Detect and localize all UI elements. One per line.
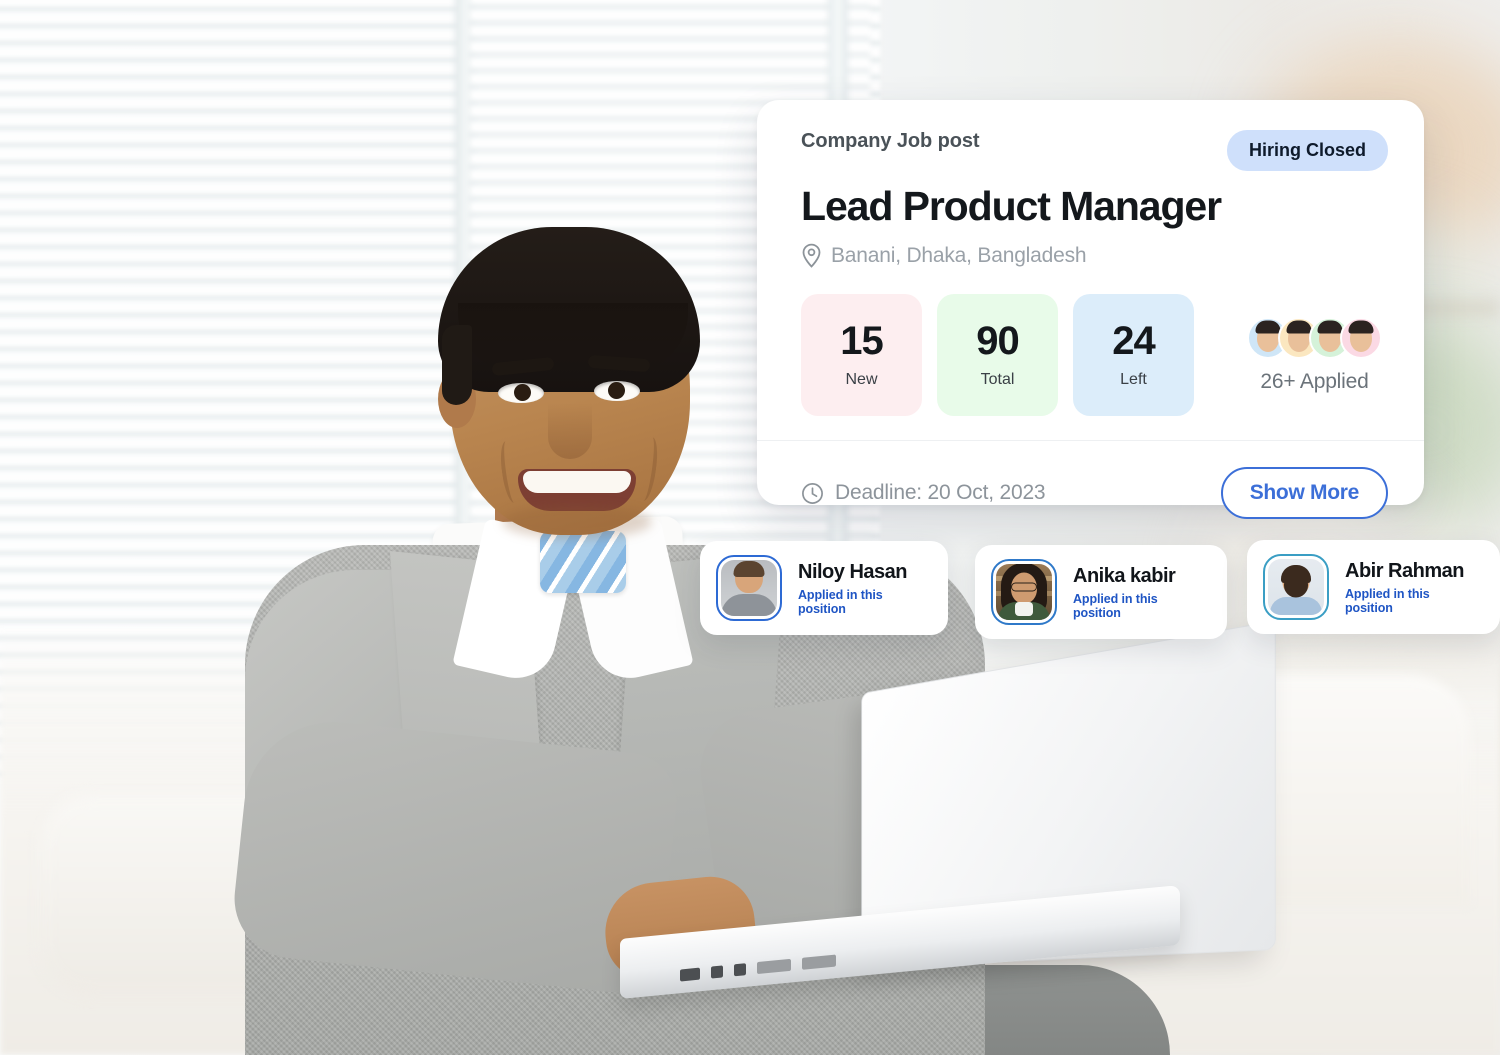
applicant-status: Applied in this position [1345, 586, 1430, 615]
stat-value-left: 24 [1112, 319, 1155, 363]
applicant-avatar-4[interactable] [1340, 316, 1382, 359]
applied-summary[interactable]: 26+ Applied [1247, 316, 1382, 394]
applicant-status: Applied in this position [1073, 591, 1158, 620]
avatar-glasses [1011, 582, 1037, 592]
laptop-port [802, 954, 836, 970]
applicant-info: Niloy Hasan Applied in this position [798, 561, 928, 616]
applicant-card[interactable]: Anika kabir Applied in this position [975, 545, 1227, 639]
job-card-header: Company Job post Hiring Closed [801, 130, 1388, 171]
subject-sideburn [442, 325, 472, 405]
company-job-post-label: Company Job post [801, 130, 980, 152]
avatar-collar [1015, 602, 1033, 616]
avatar-body [1270, 597, 1322, 615]
stat-card-new: 15 New [801, 294, 922, 416]
subject-tie-knot [540, 531, 626, 593]
stat-card-total: 90 Total [937, 294, 1058, 416]
job-post-card: Company Job post Hiring Closed Lead Prod… [757, 100, 1424, 519]
applicant-info: Abir Rahman Applied in this position [1345, 560, 1480, 615]
avatar-beard [1284, 580, 1308, 598]
clock-icon [801, 482, 824, 505]
applicant-avatar-frame [1263, 554, 1329, 620]
applicant-avatar-frame [716, 555, 782, 621]
applicant-card[interactable]: Niloy Hasan Applied in this position [700, 541, 948, 635]
applicant-name: Abir Rahman [1345, 559, 1464, 582]
avatar-hair [1286, 320, 1312, 334]
stat-label-total: Total [980, 371, 1015, 388]
subject-teeth [523, 471, 631, 493]
applicant-name: Anika kabir [1073, 564, 1176, 587]
show-more-button[interactable]: Show More [1220, 467, 1388, 519]
job-card-footer: Deadline: 20 Oct, 2023 Show More [801, 467, 1388, 519]
avatar-hair [1348, 320, 1374, 334]
subject-pupil-right [608, 382, 625, 399]
applicant-avatar-photo [996, 564, 1052, 620]
deadline-text: Deadline: 20 Oct, 2023 [835, 481, 1046, 504]
laptop-port [757, 958, 791, 975]
subject-hair [438, 227, 700, 392]
laptop-port [711, 965, 723, 979]
applicant-card[interactable]: Abir Rahman Applied in this position [1247, 540, 1500, 634]
applicant-avatar-photo [1268, 559, 1324, 615]
job-stats-row: 15 New 90 Total 24 Left 26+ Applied [801, 294, 1388, 416]
avatar-hair [733, 560, 765, 577]
laptop [620, 620, 1280, 1020]
applicant-name: Niloy Hasan [798, 560, 907, 583]
page-title: Lead Product Manager [801, 183, 1222, 229]
job-location: Banani, Dhaka, Bangladesh [801, 243, 1388, 268]
stat-card-left: 24 Left [1073, 294, 1194, 416]
avatar-hair [1281, 564, 1311, 583]
laptop-port [680, 967, 700, 982]
avatar-body [721, 594, 777, 616]
subject-pupil-left [514, 384, 531, 401]
subject-chin-shading [502, 505, 652, 539]
job-location-text: Banani, Dhaka, Bangladesh [831, 243, 1087, 267]
stat-value-new: 15 [840, 319, 883, 363]
applied-count-text: 26+ Applied [1260, 369, 1369, 393]
applicant-info: Anika kabir Applied in this position [1073, 565, 1207, 620]
card-divider [757, 440, 1424, 441]
subject-nose [548, 403, 592, 459]
applicant-avatar-photo [721, 560, 777, 616]
stat-value-total: 90 [976, 319, 1019, 363]
stat-label-left: Left [1120, 371, 1147, 388]
applicant-avatar-frame [991, 559, 1057, 625]
applicant-avatar-stack[interactable] [1247, 316, 1382, 359]
status-badge: Hiring Closed [1226, 130, 1388, 171]
stat-label-new: New [845, 371, 878, 388]
avatar-hair [1317, 320, 1343, 334]
map-pin-icon [801, 243, 822, 268]
deadline-row: Deadline: 20 Oct, 2023 [801, 481, 1046, 505]
applicant-status: Applied in this position [798, 587, 883, 616]
laptop-port [734, 963, 746, 977]
avatar-hair [1255, 320, 1281, 334]
